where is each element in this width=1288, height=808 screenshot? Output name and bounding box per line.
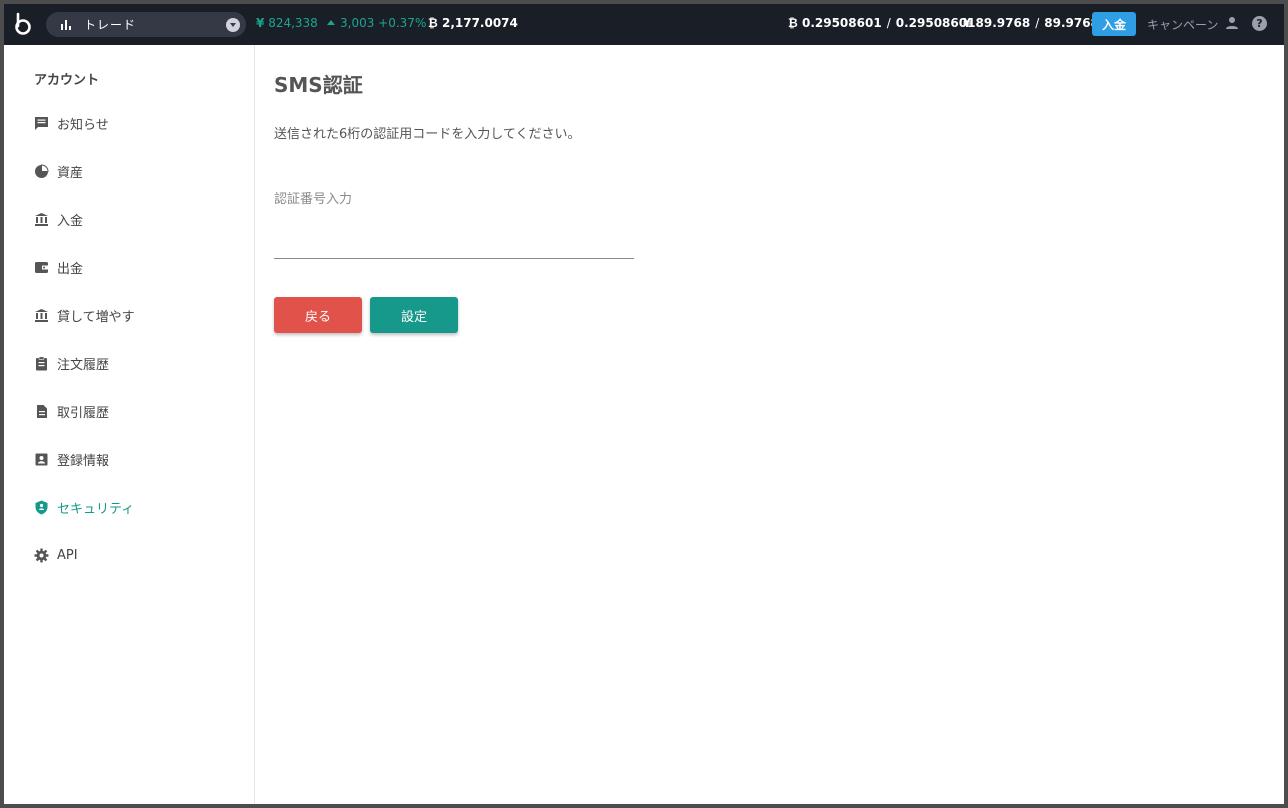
sidebar-item-profile[interactable]: 登録情報 [34,447,109,471]
wallet-icon [35,261,48,273]
sidebar-item-security[interactable]: セキュリティ [34,495,134,519]
logo-icon[interactable] [12,12,34,36]
price-change: 3,003 +0.37% [327,16,426,30]
trade-selector[interactable]: トレード [46,12,246,37]
sidebar-item-label: 入金 [57,213,84,229]
submit-button[interactable]: 設定 [370,297,458,333]
btc-volume: ₿ 2,177.0074 [428,16,518,30]
jpy-balance-total: 89.9768 [1044,16,1099,30]
sidebar-item-label: 資産 [57,165,84,181]
jpy-price: ¥ 824,338 [256,16,318,30]
btc-balance-available: 0.29508601 [801,16,882,30]
sidebar-item-lending[interactable]: 貸して増やす [34,303,135,327]
help-icon[interactable]: ? [1252,16,1267,31]
deposit-button[interactable]: 入金 [1092,12,1136,36]
sidebar-title: アカウント [34,73,100,88]
trade-selector-label: トレード [84,18,137,32]
main-content: SMS認証 送信された6桁の認証用コードを入力してください。 認証番号入力 戻る… [256,45,1284,804]
sidebar-item-notifications[interactable]: お知らせ [34,111,109,135]
bank-icon [35,308,48,322]
btc-balance: ₿ 0.29508601/0.29508601 [788,16,975,30]
sidebar-item-api[interactable]: API [34,543,78,567]
verification-code-input[interactable] [274,223,634,259]
separator: / [1035,16,1040,30]
separator: / [886,16,891,30]
sidebar-item-deposit[interactable]: 入金 [34,207,83,231]
sidebar: アカウント お知らせ 資産 入金 出金 貸して増やす 注文履歴 取引履歴 登録情… [4,45,255,804]
jpy-balance: ¥ 89.9768 / 89.9768 [963,16,1099,30]
clipboard-icon [36,356,47,370]
sidebar-item-label: お知らせ [57,117,109,133]
verification-code-label: 認証番号入力 [274,192,353,207]
bar-chart-icon [61,19,71,30]
message-icon [35,116,48,130]
campaign-link[interactable]: キャンペーン [1147,16,1218,33]
yen-icon: ¥ [256,16,265,30]
sidebar-item-label: 注文履歴 [57,357,110,373]
price-change-value: 3,003 +0.37% [340,16,427,30]
back-button[interactable]: 戻る [274,297,362,333]
page-title: SMS認証 [274,73,363,97]
bank-icon [35,212,48,226]
up-arrow-icon [327,20,335,25]
sidebar-item-label: セキュリティ [57,501,135,517]
bitcoin-icon: ₿ [788,16,798,30]
btc-volume-value: 2,177.0074 [441,16,518,30]
user-icon[interactable] [1225,16,1239,30]
pie-chart-icon [35,163,49,178]
gear-icon [34,548,49,562]
sidebar-item-label: 貸して増やす [57,309,135,325]
yen-icon: ¥ [963,16,972,30]
jpy-price-value: 824,338 [268,16,318,30]
chevron-down-icon [226,18,240,32]
sidebar-item-order-history[interactable]: 注文履歴 [34,351,109,375]
sidebar-item-assets[interactable]: 資産 [34,159,83,183]
sidebar-item-trade-history[interactable]: 取引履歴 [34,399,109,423]
sidebar-item-label: 取引履歴 [57,405,110,421]
contact-card-icon [35,453,48,465]
top-bar: トレード ¥ 824,338 3,003 +0.37% ₿ 2,177.0074… [4,4,1284,45]
document-icon [37,404,47,418]
bitcoin-icon: ₿ [428,16,438,30]
shield-icon [35,500,48,514]
sidebar-item-label: 出金 [57,261,84,277]
sidebar-item-label: 登録情報 [57,453,110,469]
sidebar-item-withdraw[interactable]: 出金 [34,255,83,279]
instruction-text: 送信された6桁の認証用コードを入力してください。 [274,127,581,142]
sidebar-item-label: API [57,547,78,563]
jpy-balance-available: 89.9768 [975,16,1031,30]
app-window: トレード ¥ 824,338 3,003 +0.37% ₿ 2,177.0074… [4,4,1284,804]
